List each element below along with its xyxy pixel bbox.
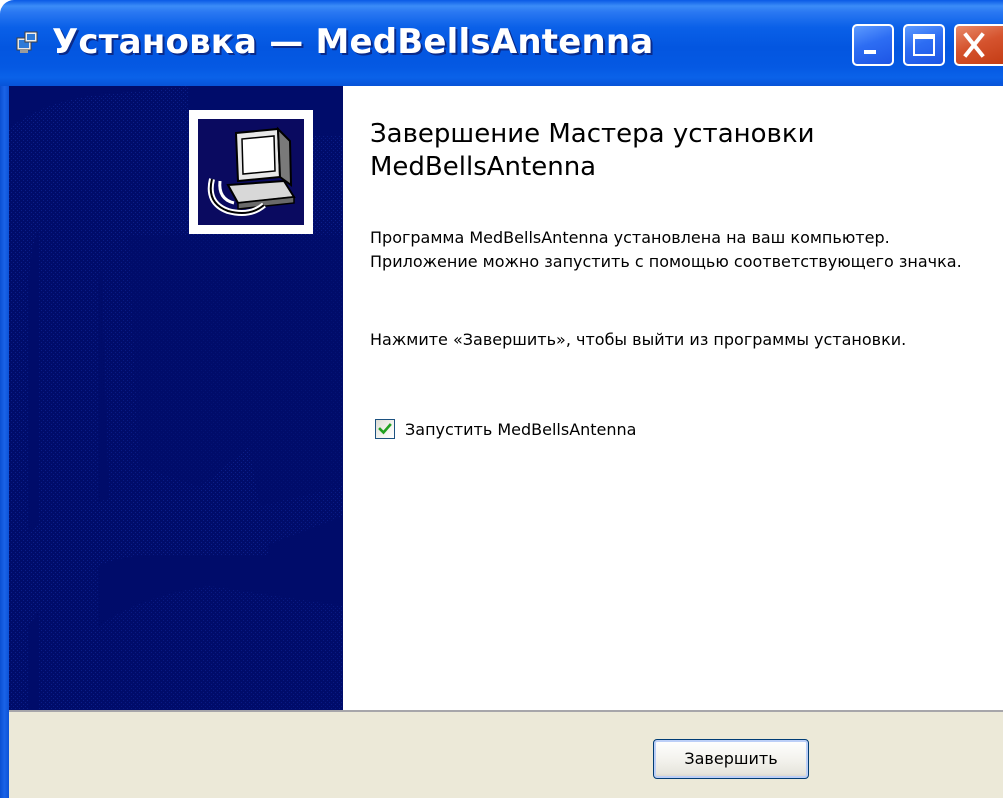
window-frame-left xyxy=(0,86,9,798)
minimize-button[interactable] xyxy=(852,24,894,66)
setup-icon-frame xyxy=(189,110,313,234)
wizard-heading: Завершение Мастера установки MedBellsAnt… xyxy=(370,119,815,182)
install-complete-text: Программа MedBellsAntenna установлена на… xyxy=(370,228,962,271)
wizard-side-panel xyxy=(9,86,343,712)
launch-app-option[interactable]: Запустить MedBellsAntenna xyxy=(375,417,636,441)
minimize-icon xyxy=(864,50,876,54)
close-button[interactable] xyxy=(954,24,1003,66)
checkmark-icon xyxy=(378,423,392,435)
title-bar[interactable]: Установка — MedBellsAntenna xyxy=(0,0,1003,86)
maximize-icon xyxy=(913,34,935,56)
installer-window: Установка — MedBellsAntenna Завершение М… xyxy=(0,0,1003,798)
close-icon xyxy=(963,32,985,58)
window-title: Установка — MedBellsAntenna xyxy=(52,22,654,62)
finish-instruction-text: Нажмите «Завершить», чтобы выйти из прог… xyxy=(370,330,907,349)
installer-app-icon[interactable] xyxy=(16,30,40,54)
wizard-content: Завершение Мастера установки MedBellsAnt… xyxy=(343,86,1003,712)
launch-app-label[interactable]: Запустить MedBellsAntenna xyxy=(405,420,636,439)
maximize-button[interactable] xyxy=(903,24,945,66)
launch-app-checkbox[interactable] xyxy=(375,419,395,439)
computer-setup-icon xyxy=(207,126,296,216)
setup-icon-background xyxy=(198,119,304,225)
wizard-button-bar: Завершить xyxy=(9,712,1003,798)
finish-button[interactable]: Завершить xyxy=(653,739,809,779)
